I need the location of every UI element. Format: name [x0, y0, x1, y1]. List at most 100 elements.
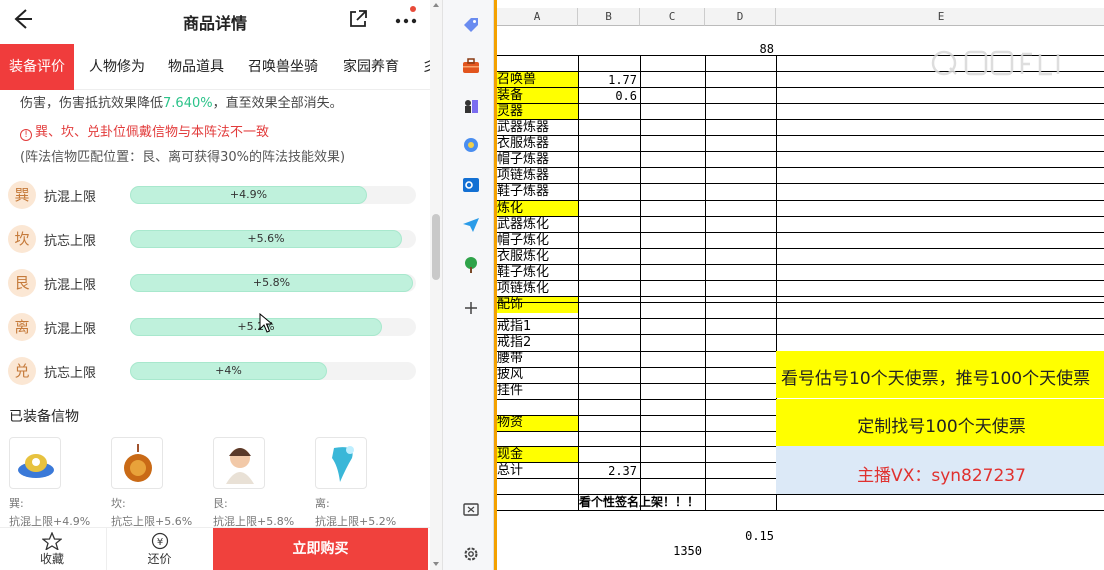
cell-label[interactable]: 召唤兽 [497, 72, 577, 88]
app-dock [442, 0, 494, 570]
tab-items[interactable]: 物品道具 [168, 44, 224, 90]
cell-label[interactable]: 项链炼器 [497, 168, 577, 184]
chess-icon[interactable] [462, 97, 480, 115]
send-icon[interactable] [462, 216, 480, 234]
row-gridline [497, 264, 1104, 265]
contact-text: 主播VX：syn827237 [857, 466, 1026, 486]
token-item[interactable]: 离: 抗混上限+5.2% [315, 437, 405, 529]
cell-label[interactable]: 武器炼化 [497, 217, 577, 233]
column-header-b[interactable]: B [578, 8, 640, 26]
cell-label[interactable]: 现金 [497, 447, 577, 463]
cell-d-bottom[interactable]: 0.15 [705, 528, 774, 544]
column-header-a[interactable]: A [497, 8, 578, 26]
effect-bar-track: +4.9% [130, 186, 416, 204]
cell-label[interactable]: 灵器 [497, 104, 577, 120]
column-gridline [578, 55, 579, 510]
notification-dot [410, 6, 416, 12]
row-gridline [497, 119, 1104, 120]
mouse-cursor-icon [259, 313, 274, 333]
cell-summon-value[interactable]: 1.77 [578, 72, 637, 88]
custom-text: 定制找号100个天使票 [857, 417, 1026, 437]
cell-label[interactable] [497, 399, 577, 415]
cell-label[interactable]: 鞋子炼器 [497, 184, 577, 200]
cell-label[interactable]: 帽子炼器 [497, 152, 577, 168]
scroll-down-arrow-icon[interactable] [433, 562, 439, 566]
cell-c-bottom[interactable]: 1350 [640, 543, 702, 559]
equipped-tokens-title: 已装备信物 [9, 409, 79, 425]
cell-label[interactable]: 衣服炼化 [497, 249, 577, 265]
outlook-icon[interactable] [462, 176, 480, 194]
effect-label: 抗忘上限 [44, 366, 97, 381]
cell-label[interactable]: 物资 [497, 415, 577, 431]
token-item[interactable]: 巽: 抗混上限+4.9% [9, 437, 99, 529]
tab-summons-mounts[interactable]: 召唤兽坐骑 [248, 44, 318, 90]
tab-home-raising[interactable]: 家园养育 [343, 44, 399, 90]
effect-label: 抗混上限 [44, 322, 97, 337]
tab-character-cultivation[interactable]: 人物修为 [89, 44, 145, 90]
cell-label[interactable]: 鞋子炼化 [497, 265, 577, 281]
column-header-c[interactable]: C [640, 8, 705, 26]
cell-total-value[interactable]: 2.37 [578, 463, 637, 479]
mismatch-warning: ! 巽、坎、兑卦位佩戴信物与本阵法不一致 [20, 121, 269, 141]
cell-label[interactable]: 帽子炼化 [497, 233, 577, 249]
tag-icon[interactable] [462, 16, 480, 34]
scroll-thumb[interactable] [432, 214, 440, 280]
cell-label[interactable]: 装备 [497, 88, 577, 104]
cell-label[interactable]: 炼化 [497, 201, 577, 217]
row-gridline [497, 248, 1104, 249]
cell-label[interactable]: 项链炼化 [497, 281, 577, 297]
row-gridline [497, 183, 1104, 184]
yen-icon: ¥ [151, 532, 168, 550]
more-icon[interactable] [393, 8, 419, 30]
favorite-button[interactable]: 收藏 [20, 528, 84, 570]
column-header-d[interactable]: D [705, 8, 776, 26]
tree-icon[interactable] [462, 256, 480, 274]
cell-label[interactable]: 戒指2 [497, 335, 577, 351]
trigram-badge: 艮 [8, 269, 36, 297]
trigram-effect-row: 巽抗混上限 +4.9% [8, 181, 418, 213]
trigram-effect-row: 艮抗混上限 +5.8% [8, 269, 418, 301]
trigram-effect-row: 离抗混上限 +5.2% [8, 313, 418, 345]
token-item[interactable]: 坎: 抗忘上限+5.6% [111, 437, 201, 529]
row-gridline [497, 200, 1104, 201]
add-icon[interactable] [462, 299, 480, 317]
category-tabs: 装备评价 人物修为 物品道具 召唤兽坐骑 家园养育 彡 [0, 44, 430, 90]
cell-equip-value[interactable]: 0.6 [578, 88, 637, 104]
row-gridline [497, 216, 1104, 217]
effect-value: +4% [215, 364, 242, 377]
cell-label[interactable] [497, 431, 577, 447]
copilot-icon[interactable] [462, 136, 480, 154]
footer-note[interactable]: 看个性签名上架！！！ [579, 494, 775, 510]
tab-more[interactable]: 彡 [422, 44, 430, 90]
row-gridline [497, 280, 1104, 281]
panel-scrollbar[interactable] [430, 0, 442, 570]
cell-label[interactable]: 衣服炼器 [497, 136, 577, 152]
scroll-up-arrow-icon[interactable] [433, 3, 439, 7]
cell-d-top[interactable]: 88 [705, 41, 774, 57]
screen-icon[interactable] [462, 501, 480, 519]
column-gridline [705, 55, 706, 510]
effect-bar-track: +5.6% [130, 230, 416, 248]
settings-gear-icon[interactable] [462, 545, 480, 563]
cell-label[interactable]: 腰带 [497, 351, 577, 367]
token-icon [332, 446, 354, 482]
top-bar: 商品详情 [0, 0, 430, 42]
row-gridline [497, 151, 1104, 152]
cell-label[interactable]: 武器炼器 [497, 120, 577, 136]
bargain-button[interactable]: ¥ 还价 [106, 528, 212, 570]
effect-label: 抗忘上限 [44, 234, 97, 249]
buy-now-button[interactable]: 立即购买 [213, 528, 428, 570]
token-item[interactable]: 艮: 抗混上限+5.8% [213, 437, 303, 529]
tab-equipment-review[interactable]: 装备评价 [0, 44, 74, 90]
effect-label: 抗混上限 [44, 278, 97, 293]
star-icon [42, 532, 62, 550]
share-icon[interactable] [347, 8, 369, 30]
toolbox-icon[interactable] [462, 57, 480, 75]
cell-label[interactable]: 挂件 [497, 383, 577, 399]
cell-label[interactable]: 戒指1 [497, 319, 577, 335]
cell-label[interactable]: 配饰 [497, 297, 577, 313]
trigram-badge: 离 [8, 313, 36, 341]
cell-label[interactable]: 总计 [497, 463, 577, 479]
column-header-e[interactable]: E [776, 8, 1104, 26]
cell-label[interactable]: 披风 [497, 367, 577, 383]
